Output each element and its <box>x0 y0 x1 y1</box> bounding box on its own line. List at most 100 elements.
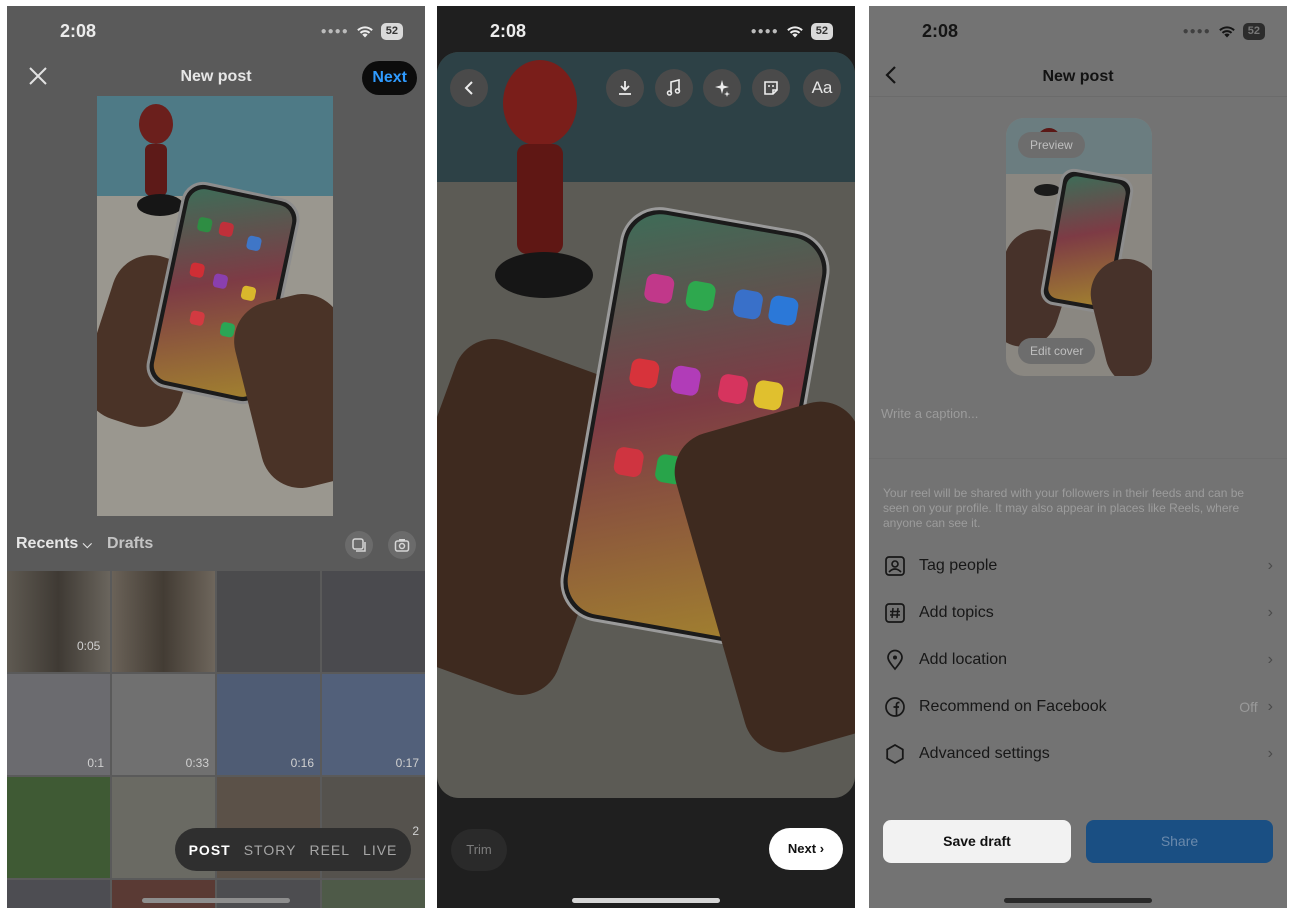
sticker-button[interactable] <box>752 69 790 107</box>
app-tile <box>731 288 765 321</box>
recents-dropdown[interactable]: Recents ⌵ <box>16 535 92 553</box>
recommend-facebook-row[interactable]: Recommend on Facebook Off › <box>883 687 1273 727</box>
tag-people-row[interactable]: Tag people › <box>883 546 1273 586</box>
status-icons: ●●●● 52 <box>751 23 833 40</box>
grid-thumbnail[interactable]: 0:1 <box>7 674 110 775</box>
grid-thumbnail[interactable] <box>217 880 320 908</box>
download-button[interactable] <box>606 69 644 107</box>
figurine-base <box>495 252 593 298</box>
status-time: 2:08 <box>922 21 959 41</box>
gallery-panel: 2:08 ●●●● 52 New post Next Recents ⌵ Dra… <box>7 6 425 908</box>
chevron-right-icon: › <box>1267 557 1273 574</box>
add-location-row[interactable]: Add location › <box>883 640 1273 680</box>
home-indicator <box>142 898 290 903</box>
share-panel: 2:08 ●●●● 52 New post Preview Edit cover… <box>869 6 1287 908</box>
chevron-right-icon: › <box>819 841 825 856</box>
app-tile <box>716 372 750 406</box>
video-canvas[interactable] <box>437 52 855 798</box>
mode-story[interactable]: STORY <box>244 842 297 858</box>
grid-thumbnail[interactable]: 0:33 <box>112 674 215 775</box>
header: New post Next <box>7 61 425 97</box>
grid-thumbnail[interactable] <box>322 571 425 672</box>
share-button[interactable]: Share <box>1086 820 1273 863</box>
save-draft-button[interactable]: Save draft <box>883 820 1071 863</box>
duration-label: 0:16 <box>290 756 314 770</box>
mode-post[interactable]: POST <box>189 842 231 858</box>
row-label: Recommend on Facebook <box>919 698 1107 715</box>
camera-button[interactable] <box>388 531 416 559</box>
app-tile <box>628 357 661 390</box>
next-label: Next <box>787 841 817 856</box>
multi-select-icon <box>352 538 366 552</box>
settings-icon <box>883 742 907 766</box>
grid-thumbnail[interactable] <box>7 571 110 672</box>
back-button[interactable] <box>450 69 488 107</box>
status-time: 2:08 <box>490 21 527 41</box>
mode-selector: POST STORY REEL LIVE <box>175 828 411 871</box>
cover-thumbnail[interactable]: Preview Edit cover <box>1006 118 1152 376</box>
battery-indicator: 52 <box>810 23 833 40</box>
signal-icon: ●●●● <box>750 26 779 37</box>
wifi-icon <box>356 26 373 38</box>
wifi-icon <box>1218 26 1235 38</box>
canvas-wall <box>437 52 855 182</box>
duration-label: 0:1 <box>87 756 104 770</box>
drafts-tab[interactable]: Drafts <box>107 535 153 553</box>
app-tile <box>669 364 702 397</box>
figurine-base <box>1034 184 1060 196</box>
grid-thumbnail[interactable] <box>7 880 110 908</box>
home-indicator <box>1004 898 1152 903</box>
share-info-text: Your reel will be shared with your follo… <box>883 486 1245 530</box>
duration-label: 0:05 <box>77 639 101 653</box>
mode-live[interactable]: LIVE <box>363 842 397 858</box>
chevron-right-icon: › <box>1267 651 1273 668</box>
select-multiple-button[interactable] <box>345 531 373 559</box>
figurine-base <box>137 194 183 216</box>
app-tile <box>612 445 645 479</box>
gallery-tabs: Recents ⌵ Drafts <box>16 531 416 559</box>
grid-thumbnail[interactable]: 0:17 <box>322 674 425 775</box>
caption-input[interactable]: Write a caption... <box>881 406 978 421</box>
location-icon <box>883 648 907 672</box>
grid-thumbnail[interactable]: 0:16 <box>217 674 320 775</box>
status-icons: ●●●● 52 <box>321 23 403 40</box>
mode-reel[interactable]: REEL <box>309 842 350 858</box>
music-button[interactable] <box>655 69 693 107</box>
download-icon <box>619 81 631 95</box>
grid-thumbnail[interactable] <box>7 777 110 878</box>
facebook-icon <box>883 695 907 719</box>
next-button[interactable]: Next <box>362 61 417 95</box>
grid-thumbnail[interactable] <box>322 880 425 908</box>
trim-button[interactable]: Trim <box>451 829 507 871</box>
editor-panel: 2:08 ●●●● 52 Aa Trim Next › <box>437 6 855 908</box>
chevron-right-icon: › <box>1267 604 1273 621</box>
edit-cover-button[interactable]: Edit cover <box>1018 338 1096 364</box>
grid-thumbnail[interactable] <box>112 880 215 908</box>
music-icon <box>666 79 681 96</box>
row-label: Advanced settings <box>919 745 1050 762</box>
figurine <box>503 60 577 146</box>
signal-icon: ●●●● <box>320 26 349 37</box>
text-tool-button[interactable]: Aa <box>803 69 841 107</box>
add-topics-row[interactable]: Add topics › <box>883 593 1273 633</box>
grid-thumbnail[interactable] <box>217 571 320 672</box>
next-button[interactable]: Next › <box>769 828 843 870</box>
media-preview[interactable] <box>97 96 333 516</box>
status-icons: ●●●● 52 <box>1183 23 1265 40</box>
chevron-right-icon: › <box>1267 745 1273 762</box>
recents-label: Recents <box>16 535 79 552</box>
camera-icon <box>394 539 410 552</box>
grid-thumbnail[interactable] <box>112 571 215 672</box>
signal-icon: ●●●● <box>1182 26 1211 37</box>
status-time: 2:08 <box>60 21 97 41</box>
back-icon <box>464 81 473 95</box>
advanced-settings-row[interactable]: Advanced settings › <box>883 734 1273 774</box>
app-tile <box>767 294 800 327</box>
hashtag-icon <box>883 601 907 625</box>
duration-label: 0:33 <box>185 756 209 770</box>
preview-button[interactable]: Preview <box>1018 132 1085 158</box>
wifi-icon <box>786 26 803 38</box>
figurine-body <box>517 144 563 254</box>
effects-button[interactable] <box>703 69 741 107</box>
chevron-right-icon: › <box>1267 698 1273 715</box>
